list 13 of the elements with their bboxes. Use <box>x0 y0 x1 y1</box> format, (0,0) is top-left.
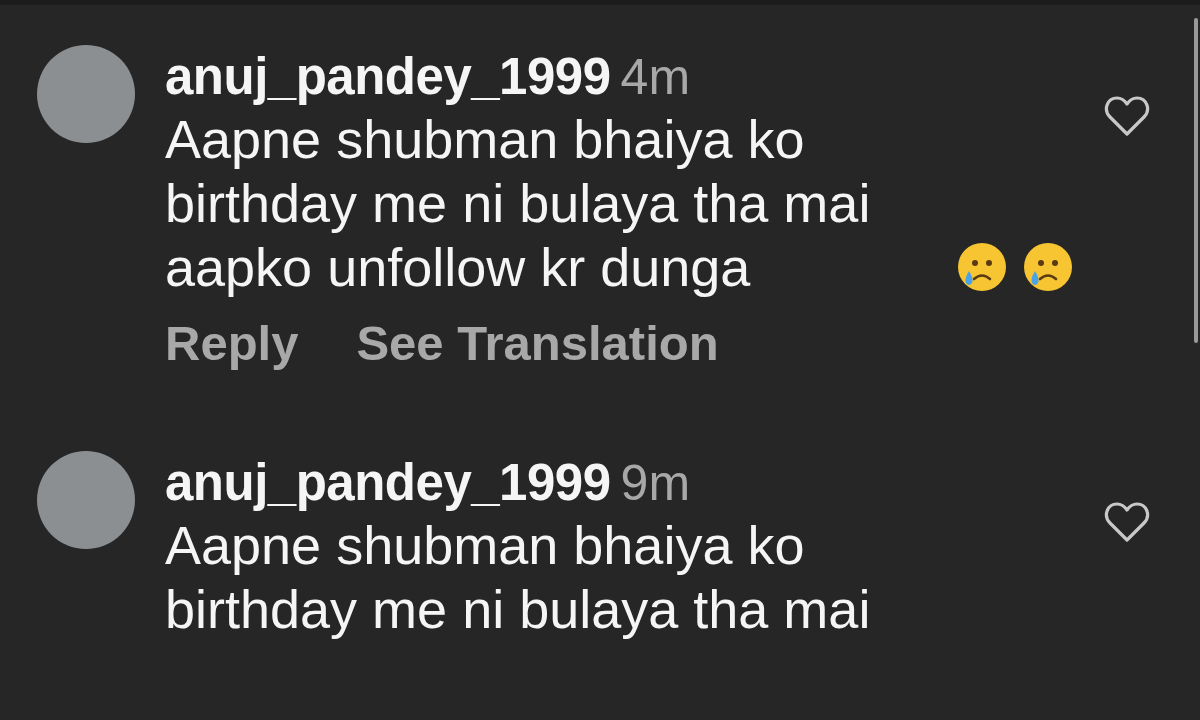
comment-text: Aapne shubman bhaiya ko birthday me ni bulaya tha mai <box>165 514 872 641</box>
heart-icon[interactable] <box>1104 501 1150 543</box>
heart-icon[interactable] <box>1104 95 1150 137</box>
username[interactable]: anuj_pandey_1999 <box>165 47 611 107</box>
crying-face-icon <box>956 241 1008 293</box>
translation-link[interactable]: See Translation <box>356 313 719 373</box>
timestamp: 4m <box>620 48 691 107</box>
timestamp: 9m <box>620 454 691 513</box>
reply-link[interactable]: Reply <box>165 313 299 373</box>
comment-text: Aapne shubman bhaiya ko birthday me ni bulaya tha mai aapko unfollow kr dunga <box>165 108 872 299</box>
username[interactable]: anuj_pandey_1999 <box>165 453 611 513</box>
scrollbar[interactable] <box>1194 18 1198 343</box>
crying-face-icon <box>1022 241 1074 293</box>
